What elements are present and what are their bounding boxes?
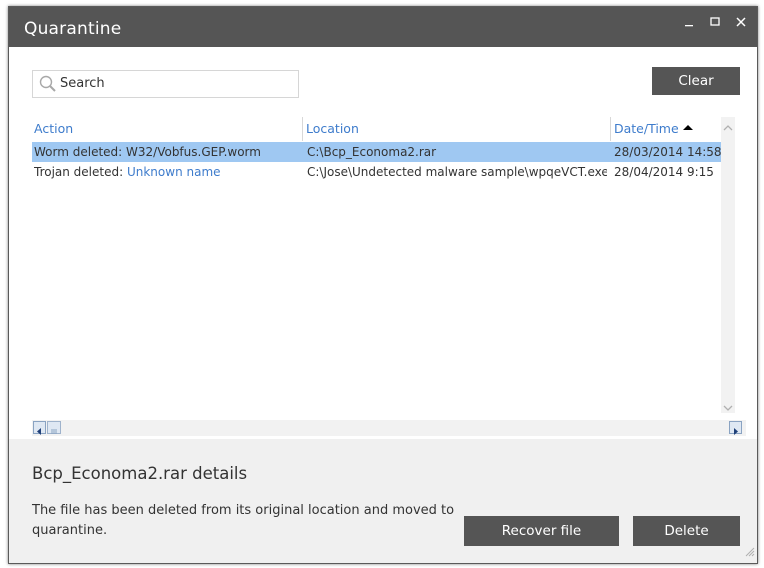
clear-button[interactable]: Clear xyxy=(652,67,740,95)
search-box[interactable] xyxy=(32,70,299,98)
vertical-scrollbar[interactable] xyxy=(721,117,735,413)
window-title: Quarantine xyxy=(24,19,122,39)
column-divider[interactable] xyxy=(302,117,303,141)
sort-ascending-icon xyxy=(682,125,693,130)
action-type: Worm deleted: xyxy=(34,145,127,159)
action-cell: Worm deleted: W32/Vobfus.GEP.worm xyxy=(34,142,300,162)
quarantine-table: Action Location Date/Time Worm deleted: … xyxy=(32,117,746,435)
search-input[interactable] xyxy=(60,73,290,93)
column-header-action-label: Action xyxy=(34,121,74,136)
datetime-cell: 28/03/2014 14:58 xyxy=(614,145,722,159)
location-cell: C:\Bcp_Economa2.rar xyxy=(307,145,437,159)
recover-file-button[interactable]: Recover file xyxy=(464,516,619,546)
threat-name: W32/Vobfus.GEP.worm xyxy=(126,145,261,159)
scroll-up-icon[interactable] xyxy=(722,119,734,131)
details-title: Bcp_Economa2.rar details xyxy=(32,464,248,483)
details-panel: Bcp_Economa2.rar details The file has be… xyxy=(9,439,757,563)
resize-grip-icon[interactable] xyxy=(743,542,755,561)
horizontal-scrollbar[interactable] xyxy=(32,420,746,436)
maximize-icon xyxy=(710,17,720,26)
threat-name-link[interactable]: Unknown name xyxy=(127,165,221,179)
action-cell: Trojan deleted: Unknown name xyxy=(34,162,300,182)
details-description: The file has been deleted from its origi… xyxy=(32,503,455,538)
column-header-datetime-label: Date/Time xyxy=(614,121,679,136)
table-row[interactable]: Worm deleted: W32/Vobfus.GEP.worm C:\Bcp… xyxy=(32,142,722,162)
quarantine-window: Quarantine Clear Action Location Date/Ti… xyxy=(8,6,758,564)
column-header-location[interactable]: Location xyxy=(306,117,359,141)
close-button[interactable] xyxy=(732,13,750,31)
scroll-left-icon[interactable] xyxy=(33,421,46,435)
column-header-action[interactable]: Action xyxy=(34,117,73,141)
column-header-datetime[interactable]: Date/Time xyxy=(614,117,693,141)
delete-button[interactable]: Delete xyxy=(633,516,740,546)
action-type: Trojan deleted: xyxy=(34,165,127,179)
table-row[interactable]: Trojan deleted: Unknown name C:\Jose\Und… xyxy=(32,162,722,182)
scroll-down-icon[interactable] xyxy=(722,399,734,411)
title-bar[interactable]: Quarantine xyxy=(9,7,757,47)
column-divider[interactable] xyxy=(610,117,611,141)
search-icon xyxy=(39,75,57,97)
datetime-cell: 28/04/2014 9:15 xyxy=(614,165,714,179)
location-cell: C:\Jose\Undetected malware sample\wpqeVC… xyxy=(307,165,607,179)
scroll-right-icon[interactable] xyxy=(729,421,742,435)
column-header-location-label: Location xyxy=(306,121,359,136)
maximize-button[interactable] xyxy=(706,13,724,31)
horizontal-scroll-thumb[interactable] xyxy=(47,421,61,434)
minimize-icon xyxy=(685,25,693,27)
close-icon xyxy=(736,17,746,27)
minimize-button[interactable] xyxy=(680,13,698,31)
